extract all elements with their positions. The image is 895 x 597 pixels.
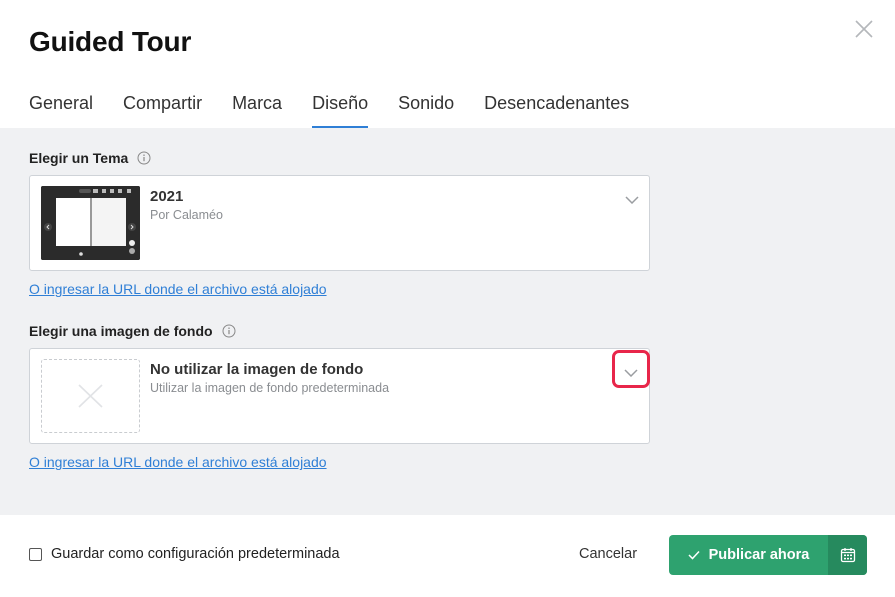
theme-author: Por Calaméo [150, 208, 223, 222]
info-icon[interactable] [222, 324, 236, 338]
default-config-label[interactable]: Guardar como configuración predeterminad… [51, 546, 340, 562]
calendar-icon[interactable] [828, 535, 867, 575]
publish-button-group: Publicar ahora [669, 535, 867, 575]
theme-url-link[interactable]: O ingresar la URL donde el archivo está … [29, 281, 327, 297]
empty-image-icon [78, 384, 103, 408]
background-section-label: Elegir una imagen de fondo [29, 323, 236, 339]
background-select[interactable]: No utilizar la imagen de fondo Utilizar … [29, 348, 650, 444]
theme-select[interactable]: 2021 Por Calaméo [29, 175, 650, 271]
dialog-header: Guided Tour General Compartir Marca Dise… [0, 0, 895, 129]
info-icon[interactable] [137, 151, 151, 165]
dialog-title: Guided Tour [29, 26, 192, 57]
chevron-down-icon[interactable] [624, 364, 638, 378]
tab-sonido[interactable]: Sonido [398, 92, 454, 129]
theme-label: Elegir un Tema [29, 150, 129, 166]
theme-thumbnail [41, 186, 140, 260]
background-name: No utilizar la imagen de fondo [150, 361, 364, 378]
theme-name: 2021 [150, 188, 184, 205]
tab-desencadenantes[interactable]: Desencadenantes [484, 92, 629, 129]
chevron-highlight[interactable] [612, 350, 650, 388]
cancel-button[interactable]: Cancelar [579, 546, 637, 562]
publish-now-button[interactable]: Publicar ahora [669, 535, 828, 575]
design-panel: Elegir un Tema 2021 Por Calaméo O ingres… [0, 128, 895, 515]
background-label: Elegir una imagen de fondo [29, 323, 213, 339]
publish-label: Publicar ahora [708, 547, 810, 563]
theme-section-label: Elegir un Tema [29, 150, 151, 166]
dialog-footer: Guardar como configuración predeterminad… [0, 515, 895, 597]
tab-compartir[interactable]: Compartir [123, 92, 202, 129]
tab-general[interactable]: General [29, 92, 93, 129]
close-icon[interactable] [852, 17, 876, 41]
chevron-down-icon[interactable] [625, 191, 639, 205]
background-url-link[interactable]: O ingresar la URL donde el archivo está … [29, 454, 327, 470]
tab-marca[interactable]: Marca [232, 92, 282, 129]
default-config-checkbox[interactable] [29, 548, 42, 561]
background-description: Utilizar la imagen de fondo predetermina… [150, 381, 390, 395]
background-thumbnail-placeholder [41, 359, 140, 433]
tab-bar: General Compartir Marca Diseño Sonido De… [29, 92, 659, 129]
check-icon [688, 550, 700, 560]
tab-diseno[interactable]: Diseño [312, 92, 369, 129]
